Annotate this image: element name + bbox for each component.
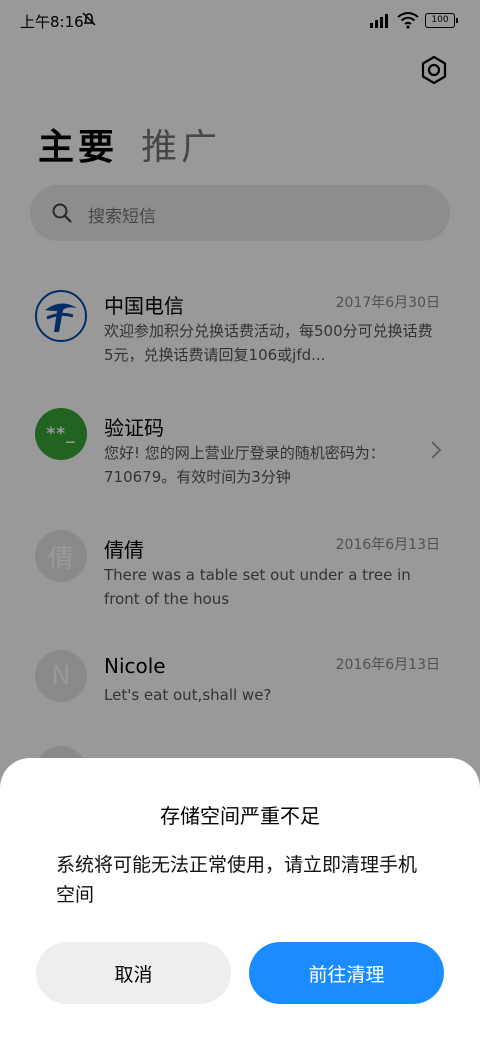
go-clean-button[interactable]: 前往清理	[249, 942, 444, 1004]
cancel-button[interactable]: 取消	[36, 942, 231, 1004]
dialog-message: 系统将可能无法正常使用，请立即清理手机空间	[56, 854, 418, 906]
storage-warning-dialog: 存储空间严重不足 系统将可能无法正常使用，请立即清理手机空间 取消 前往清理	[0, 758, 480, 1040]
dialog-title: 存储空间严重不足	[160, 804, 320, 828]
